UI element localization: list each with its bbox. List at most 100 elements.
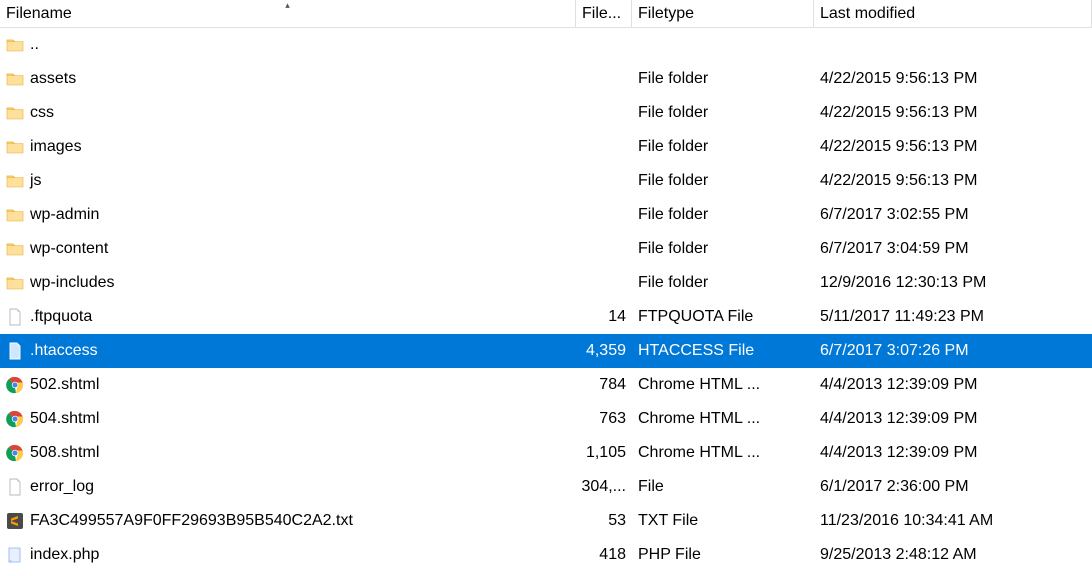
file-name: 502.shtml	[30, 376, 99, 394]
cell-filename: wp-content	[0, 232, 576, 266]
file-row[interactable]: index.php418PHP File9/25/2013 2:48:12 AM	[0, 538, 1092, 572]
file-list: ..assetsFile folder4/22/2015 9:56:13 PMc…	[0, 28, 1092, 572]
cell-filesize: 763	[576, 402, 632, 436]
cell-filetype: PHP File	[632, 538, 814, 572]
file-row[interactable]: error_log304,...File6/1/2017 2:36:00 PM	[0, 470, 1092, 504]
cell-filetype: File folder	[632, 198, 814, 232]
folder-icon	[6, 274, 24, 292]
cell-filename: assets	[0, 62, 576, 96]
column-header-filesize[interactable]: File...	[576, 0, 632, 27]
file-name: js	[30, 172, 42, 190]
cell-filename: images	[0, 130, 576, 164]
folder-icon	[6, 36, 24, 54]
column-header-modified[interactable]: Last modified	[814, 0, 1092, 27]
sort-ascending-icon: ▴	[285, 0, 290, 11]
cell-filetype: FTPQUOTA File	[632, 300, 814, 334]
cell-filetype: File	[632, 470, 814, 504]
cell-filename: wp-admin	[0, 198, 576, 232]
cell-filesize	[576, 28, 632, 62]
cell-filetype: Chrome HTML ...	[632, 368, 814, 402]
cell-filetype: File folder	[632, 266, 814, 300]
file-icon	[6, 478, 24, 496]
file-row[interactable]: wp-content File folder6/7/2017 3:04:59 PM	[0, 232, 1092, 266]
file-name: .ftpquota	[30, 308, 92, 326]
file-name: wp-includes	[30, 274, 114, 292]
file-name: 508.shtml	[30, 444, 99, 462]
file-row[interactable]: cssFile folder4/22/2015 9:56:13 PM	[0, 96, 1092, 130]
cell-filesize: 784	[576, 368, 632, 402]
cell-modified: 6/7/2017 3:04:59 PM	[814, 232, 1092, 266]
column-header-row: Filename ▴ File... Filetype Last modifie…	[0, 0, 1092, 28]
cell-filename: index.php	[0, 538, 576, 572]
cell-filesize	[576, 130, 632, 164]
file-row[interactable]: 508.shtml1,105Chrome HTML ...4/4/2013 12…	[0, 436, 1092, 470]
column-header-filetype[interactable]: Filetype	[632, 0, 814, 27]
cell-modified: 4/4/2013 12:39:09 PM	[814, 436, 1092, 470]
cell-filetype: File folder	[632, 130, 814, 164]
file-row[interactable]: 504.shtml 763Chrome HTML ...4/4/2013 12:3…	[0, 402, 1092, 436]
file-name: images	[30, 138, 82, 156]
cell-filesize	[576, 164, 632, 198]
cell-modified	[814, 28, 1092, 62]
cell-modified: 4/22/2015 9:56:13 PM	[814, 164, 1092, 198]
cell-filetype: TXT File	[632, 504, 814, 538]
chrome-icon	[6, 444, 24, 462]
file-icon	[6, 342, 24, 360]
cell-filename: css	[0, 96, 576, 130]
cell-filesize	[576, 62, 632, 96]
sublime-icon	[6, 512, 24, 530]
column-header-filesize-label: File...	[582, 5, 621, 23]
file-row[interactable]: wp-includes File folder12/9/2016 12:30:13…	[0, 266, 1092, 300]
cell-filename: 504.shtml	[0, 402, 576, 436]
cell-modified: 4/4/2013 12:39:09 PM	[814, 402, 1092, 436]
file-name: wp-content	[30, 240, 108, 258]
column-header-filename[interactable]: Filename ▴	[0, 0, 576, 27]
file-icon	[6, 308, 24, 326]
file-name: .htaccess	[30, 342, 98, 360]
cell-filesize: 1,105	[576, 436, 632, 470]
cell-filename: FA3C499557A9F0FF29693B95B540C2A2.txt	[0, 504, 576, 538]
cell-modified: 4/4/2013 12:39:09 PM	[814, 368, 1092, 402]
cell-modified: 4/22/2015 9:56:13 PM	[814, 130, 1092, 164]
file-name: error_log	[30, 478, 94, 496]
cell-filesize: 14	[576, 300, 632, 334]
cell-filesize: 418	[576, 538, 632, 572]
cell-filetype: File folder	[632, 232, 814, 266]
cell-filename: js	[0, 164, 576, 198]
cell-filetype: File folder	[632, 62, 814, 96]
cell-filesize	[576, 198, 632, 232]
file-row[interactable]: .htaccess4,359HTACCESS File6/7/2017 3:07…	[0, 334, 1092, 368]
file-row[interactable]: assets File folder4/22/2015 9:56:13 PM	[0, 62, 1092, 96]
file-row[interactable]: .ftpquota14FTPQUOTA File5/11/2017 11:49:…	[0, 300, 1092, 334]
file-row[interactable]: images File folder4/22/2015 9:56:13 PM	[0, 130, 1092, 164]
file-row[interactable]: ..	[0, 28, 1092, 62]
cell-filetype	[632, 28, 814, 62]
cell-filetype: Chrome HTML ...	[632, 402, 814, 436]
cell-filesize	[576, 266, 632, 300]
file-name: wp-admin	[30, 206, 99, 224]
cell-filename: .ftpquota	[0, 300, 576, 334]
cell-filesize	[576, 232, 632, 266]
chrome-icon	[6, 410, 24, 428]
folder-icon	[6, 104, 24, 122]
file-row[interactable]: 502.shtml 784Chrome HTML ...4/4/2013 12:3…	[0, 368, 1092, 402]
cell-filesize	[576, 96, 632, 130]
column-header-filename-label: Filename	[6, 5, 72, 23]
cell-modified: 4/22/2015 9:56:13 PM	[814, 62, 1092, 96]
file-name: css	[30, 104, 54, 122]
cell-filesize: 4,359	[576, 334, 632, 368]
file-row[interactable]: jsFile folder4/22/2015 9:56:13 PM	[0, 164, 1092, 198]
cell-modified: 12/9/2016 12:30:13 PM	[814, 266, 1092, 300]
column-header-modified-label: Last modified	[820, 5, 915, 23]
file-row[interactable]: wp-adminFile folder6/7/2017 3:02:55 PM	[0, 198, 1092, 232]
file-name: 504.shtml	[30, 410, 99, 428]
cell-modified: 11/23/2016 10:34:41 AM	[814, 504, 1092, 538]
folder-icon	[6, 172, 24, 190]
column-header-filetype-label: Filetype	[638, 5, 694, 23]
cell-filename: ..	[0, 28, 576, 62]
file-row[interactable]: FA3C499557A9F0FF29693B95B540C2A2.txt53TX…	[0, 504, 1092, 538]
cell-modified: 6/1/2017 2:36:00 PM	[814, 470, 1092, 504]
cell-filename: wp-includes	[0, 266, 576, 300]
cell-filetype: File folder	[632, 96, 814, 130]
cell-filesize: 53	[576, 504, 632, 538]
